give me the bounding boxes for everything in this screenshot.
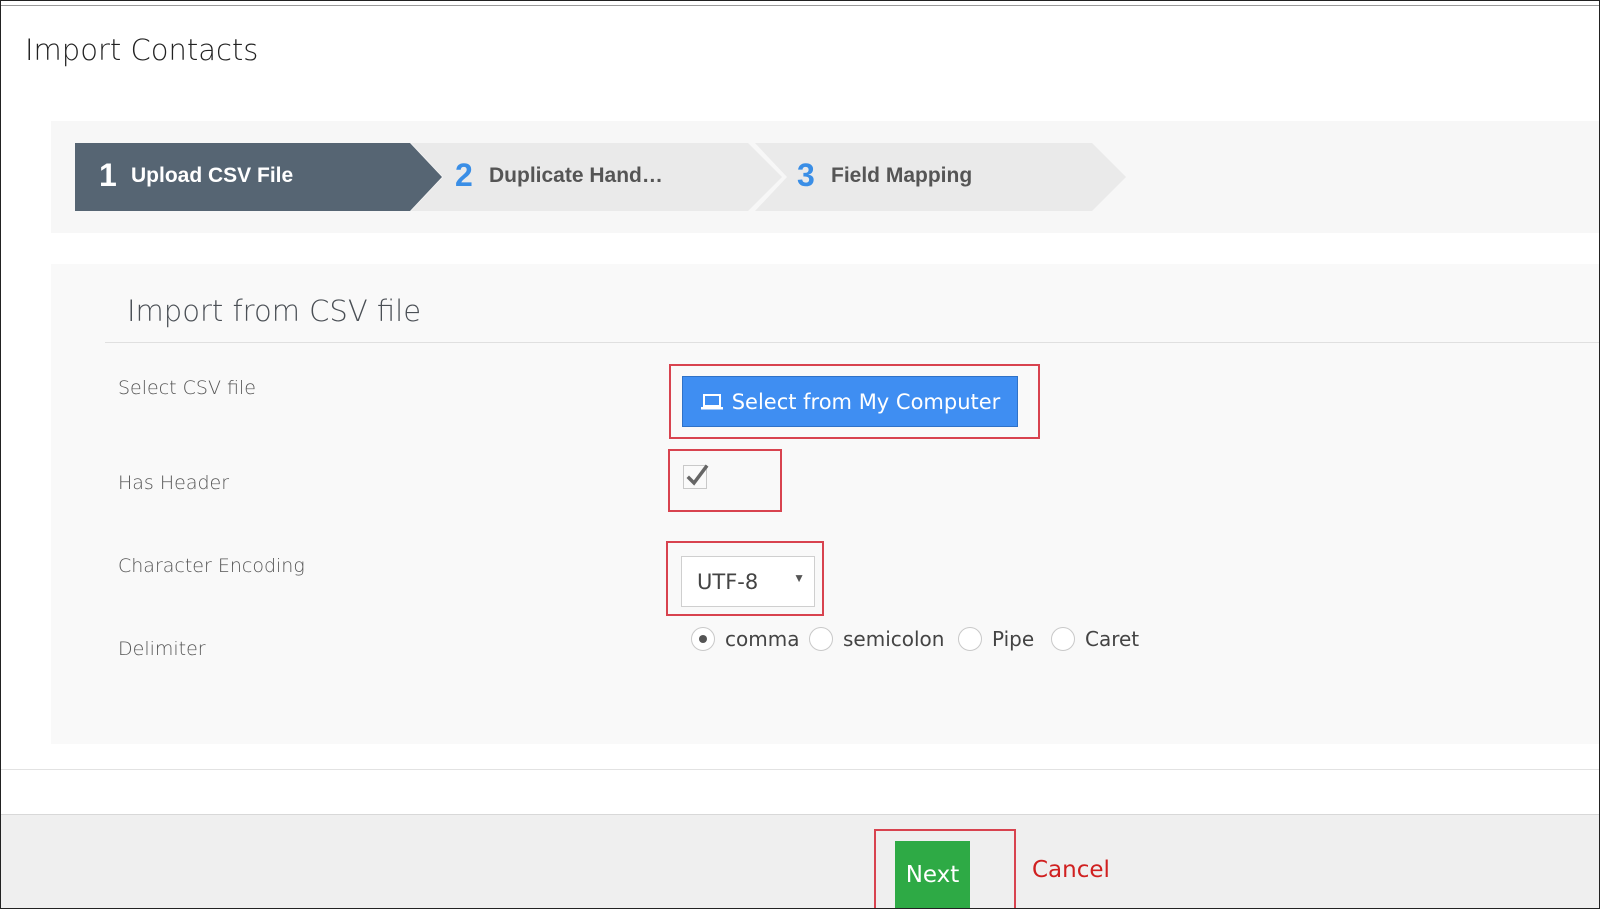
footer-divider: [1, 769, 1599, 770]
delimiter-option-comma[interactable]: comma: [691, 627, 799, 651]
encoding-select[interactable]: UTF-8 ▼: [681, 556, 815, 607]
radio-label: semicolon: [843, 627, 945, 651]
delimiter-option-caret[interactable]: Caret: [1051, 627, 1139, 651]
radio-button[interactable]: [809, 627, 833, 651]
step-number: 1: [99, 157, 117, 193]
delimiter-option-pipe[interactable]: Pipe: [958, 627, 1034, 651]
step-label: Duplicate Hand…: [489, 164, 663, 187]
form-title: Import from CSV file: [127, 294, 422, 328]
import-contacts-window: Import Contacts 1 Upload CSV File 2 Dupl…: [0, 0, 1600, 909]
radio-button[interactable]: [1051, 627, 1075, 651]
has-header-checkbox[interactable]: [683, 464, 709, 489]
radio-label: comma: [725, 627, 800, 651]
step-number: 3: [797, 157, 815, 193]
footer-bar: [1, 814, 1599, 908]
step-label: Field Mapping: [831, 164, 973, 187]
laptop-icon: [700, 393, 723, 409]
select-button-label: Select from My Computer: [731, 389, 1001, 414]
checkmark-icon: [686, 464, 709, 486]
page-title: Import Contacts: [25, 33, 259, 67]
delimiter-label: Delimiter: [118, 638, 206, 660]
radio-button[interactable]: [691, 627, 715, 651]
wizard-step-field-mapping[interactable]: 3 Field Mapping: [755, 143, 1127, 211]
select-csv-label: Select CSV file: [118, 377, 256, 399]
radio-label: Pipe: [992, 627, 1035, 651]
wizard-step-upload-csv[interactable]: 1 Upload CSV File: [75, 143, 443, 211]
import-form-panel: Import from CSV file Select CSV file Sel…: [51, 264, 1599, 744]
wizard-step-duplicate-handling[interactable]: 2 Duplicate Hand…: [411, 143, 783, 211]
step-label: Upload CSV File: [131, 164, 294, 187]
cancel-link[interactable]: Cancel: [1032, 857, 1110, 883]
radio-button[interactable]: [958, 627, 982, 651]
wizard-steps: 1 Upload CSV File 2 Duplicate Hand… 3 Fi…: [51, 121, 1599, 233]
encoding-value: UTF-8: [697, 570, 759, 594]
caret-down-icon: ▼: [793, 571, 805, 585]
top-divider: [1, 5, 1599, 6]
step-number: 2: [455, 157, 473, 193]
select-from-computer-button[interactable]: Select from My Computer: [682, 376, 1018, 427]
encoding-label: Character Encoding: [118, 555, 305, 577]
next-button[interactable]: Next: [895, 841, 970, 908]
has-header-label: Has Header: [118, 472, 230, 494]
form-divider: [105, 342, 1599, 343]
delimiter-option-semicolon[interactable]: semicolon: [809, 627, 944, 651]
radio-label: Caret: [1085, 627, 1140, 651]
